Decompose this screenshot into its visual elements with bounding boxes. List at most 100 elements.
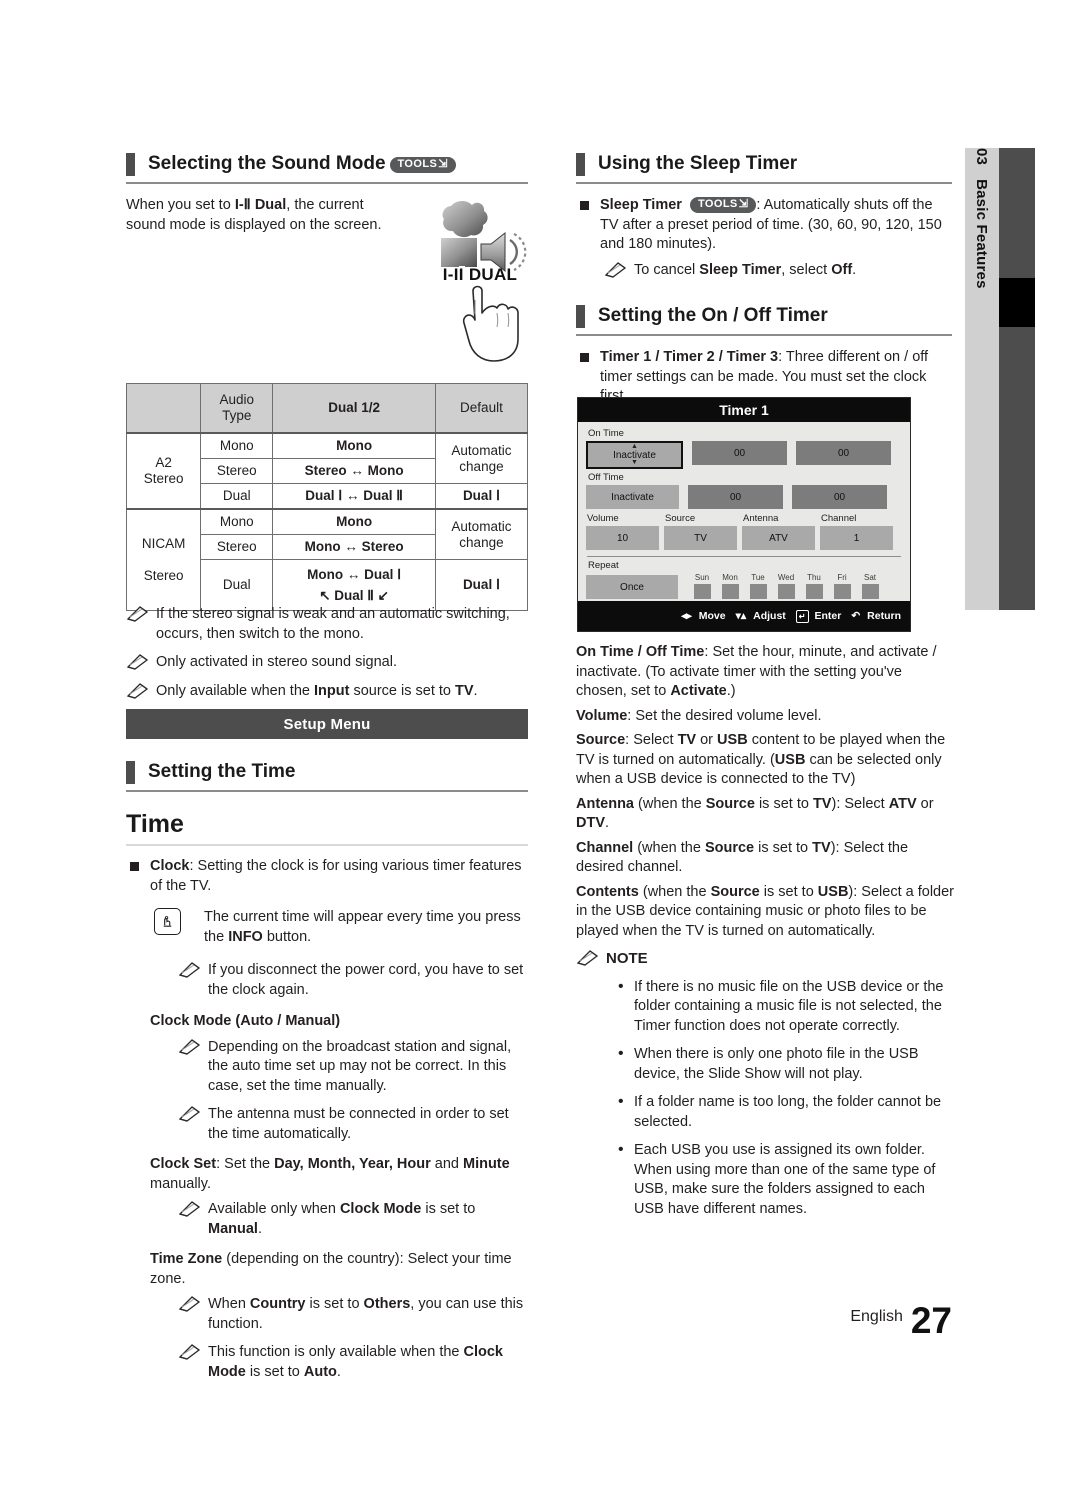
note-item: To cancel Sleep Timer, select Off. — [604, 261, 952, 281]
cb1: Country — [249, 1296, 306, 1312]
cell-audio-type: Dual — [200, 483, 274, 510]
pencil-icon — [576, 950, 599, 966]
osd-on-time-row: ▲ Inactivate ▼ 00 00 — [586, 441, 902, 469]
enter-key-icon: ↵ — [795, 609, 809, 623]
osd-day-tue[interactable]: Tue — [748, 573, 768, 599]
osd-day-checkbox[interactable] — [693, 584, 711, 599]
clock-set-t3: manually. — [150, 1175, 211, 1192]
footer-page-number: 27 — [910, 1300, 952, 1341]
desc-bold: On Time / Off Time — [576, 644, 705, 660]
osd-source-label: Source — [665, 513, 696, 524]
osd-volume-field[interactable]: 10 — [586, 526, 659, 550]
osd-day-checkbox[interactable] — [777, 584, 795, 599]
sound-mode-intro: When you set to I-Ⅱ Dual, the current so… — [126, 196, 391, 235]
bullet-text: When there is only one photo file in the… — [634, 1046, 919, 1082]
tools-badge: TOOLS⇲ — [389, 157, 456, 173]
clock-mode-heading: Clock Mode (Auto / Manual) — [150, 1013, 341, 1029]
osd-antenna-field[interactable]: ATV — [742, 526, 815, 550]
pencil-icon — [178, 1296, 201, 1312]
osd-day-sun[interactable]: Sun — [692, 573, 712, 599]
osd-day-thu[interactable]: Thu — [804, 573, 824, 599]
osd-on-time-hour-field[interactable]: 00 — [692, 441, 787, 465]
st3: . — [852, 261, 857, 278]
osd-hint-return: Return — [867, 610, 901, 622]
osd-day-checkbox[interactable] — [749, 584, 767, 599]
right-column: Using the Sleep Timer Sleep Timer TOOLS⇲… — [576, 152, 952, 280]
osd-title: Timer 1 — [578, 398, 910, 422]
osd-on-time-label: On Time — [588, 428, 624, 439]
bullet-text: If there is no music file on the USB dev… — [634, 978, 944, 1034]
nt1: Available only when — [208, 1201, 340, 1217]
desc-b2: Activate — [670, 683, 727, 699]
osd-channel-field[interactable]: 1 — [820, 526, 893, 550]
osd-on-time-minute-field[interactable]: 00 — [796, 441, 891, 465]
osd-day-checkbox[interactable] — [805, 584, 823, 599]
list-item: If there is no music file on the USB dev… — [616, 977, 954, 1037]
osd-hint-adjust: Adjust — [753, 610, 786, 622]
pencil-icon — [178, 1344, 201, 1360]
osd-hint-enter: Enter — [814, 610, 842, 622]
sound-mode-intro-1: When you set to — [126, 197, 235, 213]
cell-audio-type: Mono — [200, 432, 274, 459]
osd-channel-label: Channel — [821, 513, 857, 524]
osd-on-time-activate-field[interactable]: ▲ Inactivate ▼ — [586, 441, 683, 469]
pencil-icon — [126, 606, 149, 622]
caret-up-icon: ▲ — [631, 443, 638, 450]
info-note-bold: INFO — [228, 928, 263, 945]
osd-day-checkbox[interactable] — [721, 584, 739, 599]
osd-day-wed[interactable]: Wed — [776, 573, 796, 599]
osd-off-time-activate-field[interactable]: Inactivate — [586, 485, 679, 509]
info-note-text: The current time will appear every time … — [204, 908, 528, 947]
osd-repeat-field[interactable]: Once — [586, 575, 678, 599]
chapter-label: Basic Features — [973, 179, 991, 289]
heading-selecting-sound-mode: Selecting the Sound Mode TOOLS⇲ — [126, 152, 528, 184]
sb2: Off — [831, 261, 853, 278]
sleep-timer-bold: Sleep Timer — [600, 197, 682, 213]
note-text: This function is only available when the… — [208, 1343, 528, 1382]
osd-day-label: Wed — [777, 573, 795, 582]
sound-mode-notes: If the stereo signal is weak and an auto… — [126, 596, 528, 701]
osd-day-checkbox[interactable] — [833, 584, 851, 599]
return-arrow-icon: ↶ — [851, 610, 861, 622]
osd-volume-label: Volume — [587, 513, 619, 524]
timer-osd-screenshot: Timer 1 On Time ▲ Inactivate ▼ 00 00 Off… — [577, 397, 911, 632]
note-text: Available only when Clock Mode is set to… — [208, 1200, 528, 1239]
osd-day-sat[interactable]: Sat — [860, 573, 880, 599]
note-item: This function is only available when the… — [178, 1343, 528, 1382]
osd-day-fri[interactable]: Fri — [832, 573, 852, 599]
desc-bold: Volume — [576, 707, 628, 724]
osd-off-time-hour-field[interactable]: 00 — [688, 485, 783, 509]
on-off-timer-section: Setting the On / Off Timer Timer 1 / Tim… — [576, 304, 952, 407]
clock-set-b2: Day, Month, Year, Hour — [274, 1156, 431, 1172]
cell-dual-line1: Mono ↔ Dual Ⅰ — [307, 567, 402, 582]
cell-audio-type: Stereo — [200, 458, 274, 484]
desc-on-off-time: On Time / Off Time: Set the hour, minute… — [576, 643, 954, 702]
chapter-tab: 03 Basic Features — [965, 148, 999, 610]
clock-item-text: Clock: Setting the clock is for using va… — [150, 857, 528, 896]
hand-press-icon — [163, 916, 172, 927]
at2: is set to — [245, 1363, 304, 1380]
note-item: When Country is set to Others, you can u… — [178, 1295, 528, 1334]
note-item: Depending on the broadcast station and s… — [178, 1038, 528, 1097]
table-header-default: Default — [434, 383, 529, 434]
group-label-a2: A2 Stereo — [125, 432, 202, 510]
bullet-text: If a folder name is too long, the folder… — [634, 1094, 942, 1130]
osd-off-time-minute-field[interactable]: 00 — [792, 485, 887, 509]
chapter-bar-active-marker — [999, 278, 1035, 327]
cell-default: Dual Ⅰ — [434, 483, 529, 510]
heading-using-sleep-timer-text: Using the Sleep Timer — [598, 153, 798, 174]
note-item: If you disconnect the power cord, you ha… — [178, 961, 528, 1000]
osd-source-field[interactable]: TV — [664, 526, 737, 550]
note-item: Available only when Clock Mode is set to… — [178, 1200, 528, 1239]
ct1: When — [208, 1296, 250, 1312]
clock-item-rest: : Setting the clock is for using various… — [150, 858, 522, 894]
footer-language: English — [850, 1308, 903, 1325]
cell-dual: Stereo ↔ Mono — [272, 458, 436, 484]
table-row: A2 Stereo Mono Mono Automatic change — [125, 432, 529, 510]
osd-day-checkbox[interactable] — [861, 584, 879, 599]
osd-day-mon[interactable]: Mon — [720, 573, 740, 599]
note-text: If the stereo signal is weak and an auto… — [156, 606, 510, 642]
heading-setting-on-off-timer-text: Setting the On / Off Timer — [598, 305, 828, 326]
note-text: To cancel Sleep Timer, select Off. — [634, 261, 952, 281]
osd-repeat-row: Once Sun Mon Tue Wed Thu Fri Sat — [586, 573, 902, 599]
